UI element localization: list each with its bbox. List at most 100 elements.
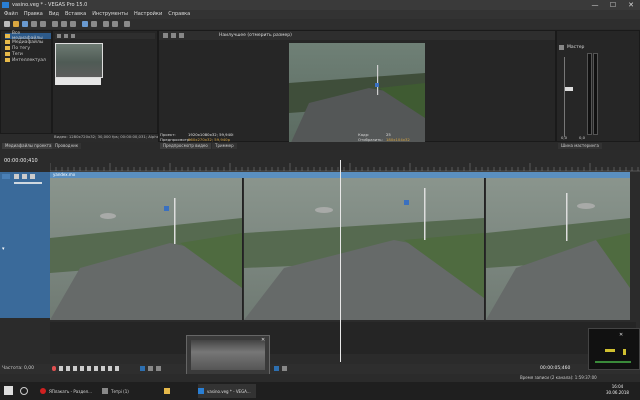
ruler-ticks — [49, 163, 640, 172]
prev-frame-icon[interactable] — [108, 366, 112, 371]
new-project-icon[interactable] — [4, 21, 10, 27]
track-mute-icon[interactable] — [22, 174, 27, 179]
open-icon[interactable] — [13, 21, 19, 27]
windows-start-icon[interactable] — [4, 386, 13, 395]
remove-icon[interactable] — [71, 34, 75, 38]
overlay-icon[interactable] — [179, 33, 184, 38]
popup-close-icon[interactable]: ✕ — [261, 337, 265, 343]
app-icon — [102, 388, 108, 394]
media-thumbnail-caption — [55, 78, 101, 85]
render-icon[interactable] — [31, 21, 37, 27]
level-bar-bottom — [595, 361, 631, 363]
record-icon[interactable] — [52, 366, 56, 371]
track-fx-icon[interactable] — [14, 174, 19, 179]
media-thumbnail[interactable] — [55, 43, 103, 78]
meter-right — [593, 53, 598, 135]
clip-name: yandex.mx — [53, 172, 76, 177]
search-icon[interactable] — [20, 387, 28, 395]
menu-edit[interactable]: Правка — [24, 11, 43, 17]
menu-tools[interactable]: Инструменты — [92, 11, 128, 17]
menu-settings[interactable]: Настройки — [134, 11, 162, 17]
save-icon[interactable] — [22, 21, 28, 27]
folder-icon — [5, 52, 10, 56]
undo-icon[interactable] — [82, 21, 88, 27]
mixer-value-left: 0,0 — [561, 135, 568, 140]
taskbar-item-vegas[interactable]: vasino.veg * - VEGA... — [198, 384, 256, 398]
timeline-ruler[interactable] — [49, 150, 640, 172]
tab-explorer[interactable]: Проводник — [52, 143, 82, 149]
taskbar-item-opera[interactable]: ЯПлакать - Раздел... — [40, 384, 98, 398]
project-media-panel — [52, 30, 158, 134]
folder-icon — [5, 40, 10, 44]
help-icon[interactable] — [124, 21, 130, 27]
levels-close-icon[interactable]: ✕ — [619, 332, 623, 338]
copy-icon[interactable] — [61, 21, 67, 27]
menu-file[interactable]: Файл — [4, 11, 18, 17]
cut-icon[interactable] — [52, 21, 58, 27]
master-fader[interactable] — [565, 87, 573, 91]
pause-icon[interactable] — [80, 366, 84, 371]
redo-icon[interactable] — [91, 21, 97, 27]
explorer-item[interactable]: Интеллектуал — [5, 57, 51, 63]
envelope-icon[interactable] — [112, 21, 118, 27]
maximize-button[interactable]: ☐ — [604, 0, 622, 10]
go-start-icon[interactable] — [94, 366, 98, 371]
folder-icon — [5, 46, 10, 50]
mixer-settings-icon[interactable] — [559, 45, 564, 50]
track-solo-icon[interactable] — [30, 174, 35, 179]
explorer-item[interactable]: Все медиафайлы — [5, 31, 51, 41]
next-frame-icon[interactable] — [115, 366, 119, 371]
vegas-icon — [198, 388, 204, 394]
folder-icon — [5, 34, 10, 38]
playback-rate: Частота: 0,00 — [2, 366, 35, 371]
timecode-display: 00:00:00;410 — [4, 158, 38, 164]
track-level-slider[interactable] — [14, 182, 42, 184]
capture-icon[interactable] — [64, 34, 68, 38]
menu-help[interactable]: Справка — [168, 11, 190, 17]
audio-track-area[interactable] — [50, 322, 636, 354]
menu-insert[interactable]: Вставка — [65, 11, 86, 17]
taskbar-item-teapot[interactable]: Тетрі (1) — [102, 384, 160, 398]
auto-ripple-icon[interactable] — [274, 366, 279, 371]
paste-icon[interactable] — [70, 21, 76, 27]
selection-tool-icon[interactable] — [156, 366, 161, 371]
master-bus-panel: Мастер 0,0 0,0 — [556, 30, 640, 142]
import-icon[interactable] — [57, 34, 61, 38]
mixer-title: Мастер — [567, 45, 585, 50]
end-timecode: 00:00:05;460 — [540, 366, 571, 371]
split-screen-icon[interactable] — [171, 33, 176, 38]
tab-video-preview[interactable]: Предпросмотр видео — [160, 143, 211, 149]
play-icon[interactable] — [73, 366, 77, 371]
envelope-tool-icon[interactable] — [148, 366, 153, 371]
tab-master-bus[interactable]: Шина мастеринга — [558, 143, 602, 149]
folder-icon — [5, 58, 10, 62]
snap-icon[interactable] — [282, 366, 287, 371]
preview-settings-icon[interactable] — [163, 33, 168, 38]
video-track-header[interactable]: ▾ — [0, 172, 50, 318]
preview-quality-select[interactable]: Наилучшее (отмерить размер) — [219, 33, 292, 38]
levels-panel: ✕ — [588, 328, 640, 370]
close-button[interactable]: ✕ — [622, 0, 640, 10]
stop-icon[interactable] — [87, 366, 91, 371]
go-end-icon[interactable] — [101, 366, 105, 371]
tab-trimmer[interactable]: Триммер — [212, 143, 237, 149]
snap-icon[interactable] — [103, 21, 109, 27]
properties-icon[interactable] — [40, 21, 46, 27]
system-clock[interactable]: 16:04 30.06.2018 — [606, 384, 629, 396]
playhead-cursor[interactable] — [340, 160, 341, 362]
menu-view[interactable]: Вид — [49, 11, 59, 17]
taskbar-thumbnail-popup[interactable]: ✕ — [186, 335, 270, 377]
popup-preview-image — [191, 340, 265, 370]
preview-toolbar: Наилучшее (отмерить размер) — [159, 31, 555, 40]
taskbar-item-explorer[interactable] — [164, 384, 176, 398]
timecode-area: 00:00:00;410 — [0, 150, 50, 172]
menu-bar: Файл Правка Вид Вставка Инструменты Наст… — [0, 10, 640, 19]
loop-playback-icon[interactable] — [59, 366, 63, 371]
file-explorer-icon — [164, 388, 170, 394]
track-expand-icon[interactable]: ▾ — [2, 246, 5, 252]
minimize-button[interactable]: — — [586, 0, 604, 10]
record-time: Время записи (2 канала): 1:59:37:00 — [520, 375, 597, 380]
play-from-start-icon[interactable] — [66, 366, 70, 371]
normal-edit-tool-icon[interactable] — [140, 366, 145, 371]
tab-project-media[interactable]: Медиафайлы проекта — [2, 143, 55, 149]
